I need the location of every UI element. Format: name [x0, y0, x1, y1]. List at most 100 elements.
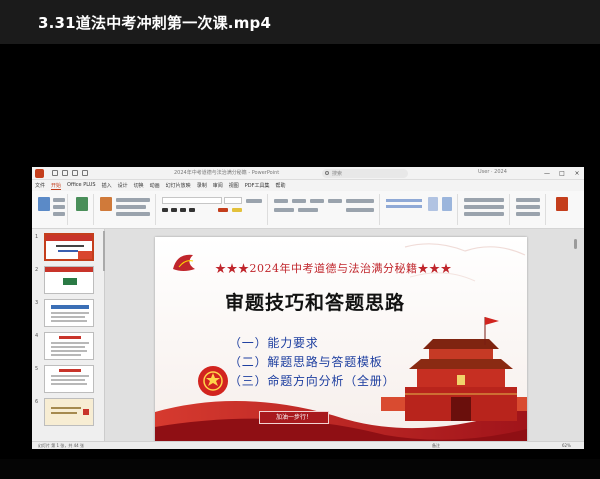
search-icon: [325, 171, 329, 175]
slide-canvas[interactable]: ★★★2024年中考道德与法治满分秘籍★★★ 审题技巧和答题思路 （一）能力要求…: [155, 237, 527, 447]
save-icon[interactable]: [62, 170, 68, 176]
thumb-line: [58, 250, 78, 252]
font-color-icon[interactable]: [218, 208, 228, 212]
tab-pdf-tools[interactable]: PDF工具集: [245, 182, 270, 190]
slide-thumbnail[interactable]: [44, 299, 94, 327]
clipboard-group: [34, 194, 68, 225]
slide-thumbnail[interactable]: [44, 365, 94, 393]
thumb-title: [59, 336, 81, 339]
section-icon[interactable]: [116, 212, 150, 216]
numbering-icon[interactable]: [292, 199, 306, 203]
align-icon[interactable]: [274, 208, 294, 212]
video-player: 3.31道法中考冲刺第一次课.mp4 2024年中考道德与法治满分秘籍 - Po…: [0, 0, 600, 479]
reset-icon[interactable]: [116, 205, 146, 209]
arrange-icon[interactable]: [428, 197, 438, 211]
tab-slideshow[interactable]: 幻灯片放映: [166, 182, 191, 190]
powerpoint-window: 2024年中考道德与法治满分秘籍 - PowerPoint 搜索 User · …: [32, 167, 584, 449]
tab-office-plus[interactable]: Office PLUS: [67, 182, 96, 190]
tab-design[interactable]: 设计: [118, 182, 128, 190]
slide-vertical-scrollbar[interactable]: [572, 233, 578, 437]
tab-animations[interactable]: 动画: [150, 182, 160, 190]
thumb-line: [51, 320, 87, 322]
quick-styles-icon[interactable]: [442, 197, 452, 211]
undo-icon[interactable]: [72, 170, 78, 176]
redo-icon[interactable]: [82, 170, 88, 176]
indent-icon[interactable]: [310, 199, 324, 203]
format-painter-icon[interactable]: [53, 212, 65, 216]
grow-font-icon[interactable]: [246, 199, 262, 203]
new-slide-icon[interactable]: [100, 197, 112, 211]
editing-group: [460, 194, 510, 225]
tab-home[interactable]: 开始: [51, 182, 62, 190]
tab-record[interactable]: 录制: [197, 182, 207, 190]
strikethrough-icon[interactable]: [189, 208, 195, 212]
tab-insert[interactable]: 插入: [102, 182, 112, 190]
bullets-icon[interactable]: [274, 199, 288, 203]
maximize-button[interactable]: □: [555, 169, 569, 178]
player-bottom-bar: [0, 459, 600, 479]
select-icon[interactable]: [516, 212, 540, 216]
shape-effects-icon[interactable]: [464, 212, 504, 216]
shapes-row-icon[interactable]: [386, 205, 422, 208]
ppt-editor-area: 1 2 3 4 5 6 ★★★2024年中考道德与法治满分秘籍★★★ 审题技巧和…: [32, 229, 584, 447]
tab-transitions[interactable]: 切换: [134, 182, 144, 190]
slide-thumbnail[interactable]: [44, 398, 94, 426]
slide-item-approach: （二）解题思路与答题模板: [229, 355, 383, 369]
cut-icon[interactable]: [53, 198, 65, 202]
slide-thumbnail[interactable]: [44, 233, 94, 261]
copy-icon[interactable]: [53, 205, 65, 209]
line-spacing-icon[interactable]: [328, 199, 342, 203]
replace-icon[interactable]: [516, 205, 540, 209]
font-group: [158, 194, 268, 225]
close-button[interactable]: ×: [570, 169, 584, 178]
tab-view[interactable]: 视图: [229, 182, 239, 190]
thumb-number: 1: [35, 234, 39, 240]
paste-icon[interactable]: [38, 197, 50, 211]
search-label: 搜索: [332, 171, 343, 177]
ribbon-tabs: 文件 开始 Office PLUS 插入 设计 切换 动画 幻灯片放映 录制 审…: [32, 180, 584, 191]
document-title: 2024年中考道德与法治满分秘籍 - PowerPoint: [174, 170, 280, 176]
thumb-banner: [46, 235, 92, 241]
thumb-line: [56, 245, 84, 247]
smartart-icon[interactable]: [346, 208, 374, 212]
slide-heading: 审题技巧和答题思路: [225, 292, 406, 314]
slide-thumbnail[interactable]: [44, 266, 94, 294]
tab-review[interactable]: 审阅: [213, 182, 223, 190]
account-name[interactable]: User · 2024: [478, 169, 507, 175]
add-ins-icon[interactable]: [556, 197, 568, 211]
office-plus-icon[interactable]: [76, 197, 88, 211]
thumb-line: [51, 316, 85, 318]
minimize-button[interactable]: —: [540, 169, 554, 178]
tab-help[interactable]: 帮助: [275, 182, 285, 190]
thumb-banner: [45, 267, 93, 272]
font-name-select[interactable]: [162, 197, 222, 204]
thumbnail-scrollbar[interactable]: [103, 231, 105, 271]
notes-button[interactable]: 备注: [432, 443, 440, 449]
thumb-gate: [78, 251, 92, 259]
thumb-block: [63, 278, 77, 285]
tab-file[interactable]: 文件: [35, 182, 45, 190]
italic-icon[interactable]: [171, 208, 177, 212]
slide-thumbnail[interactable]: [44, 332, 94, 360]
ppt-title-bar: 2024年中考道德与法治满分秘籍 - PowerPoint 搜索 User · …: [32, 167, 584, 180]
shapes-icon[interactable]: [386, 199, 422, 202]
drawing-group: [382, 194, 458, 225]
columns-icon[interactable]: [298, 208, 318, 212]
thumb-number: 5: [35, 366, 39, 372]
font-size-select[interactable]: [224, 197, 242, 204]
player-title-bar: 3.31道法中考冲刺第一次课.mp4: [0, 0, 600, 44]
shape-fill-icon[interactable]: [464, 198, 504, 202]
underline-icon[interactable]: [180, 208, 186, 212]
text-direction-icon[interactable]: [346, 199, 374, 203]
shape-outline-icon[interactable]: [464, 205, 504, 209]
zoom-level[interactable]: 62%: [562, 443, 571, 448]
thumb-number: 4: [35, 333, 39, 339]
search-box[interactable]: 搜索: [322, 169, 408, 178]
find-icon[interactable]: [516, 198, 540, 202]
slide-item-analysis: （三）命题方向分析（全册）: [229, 374, 396, 388]
highlight-icon[interactable]: [232, 208, 242, 212]
bold-icon[interactable]: [162, 208, 168, 212]
scrollbar-thumb[interactable]: [574, 239, 577, 249]
autosave-icon[interactable]: [52, 170, 58, 176]
layout-icon[interactable]: [116, 198, 150, 202]
